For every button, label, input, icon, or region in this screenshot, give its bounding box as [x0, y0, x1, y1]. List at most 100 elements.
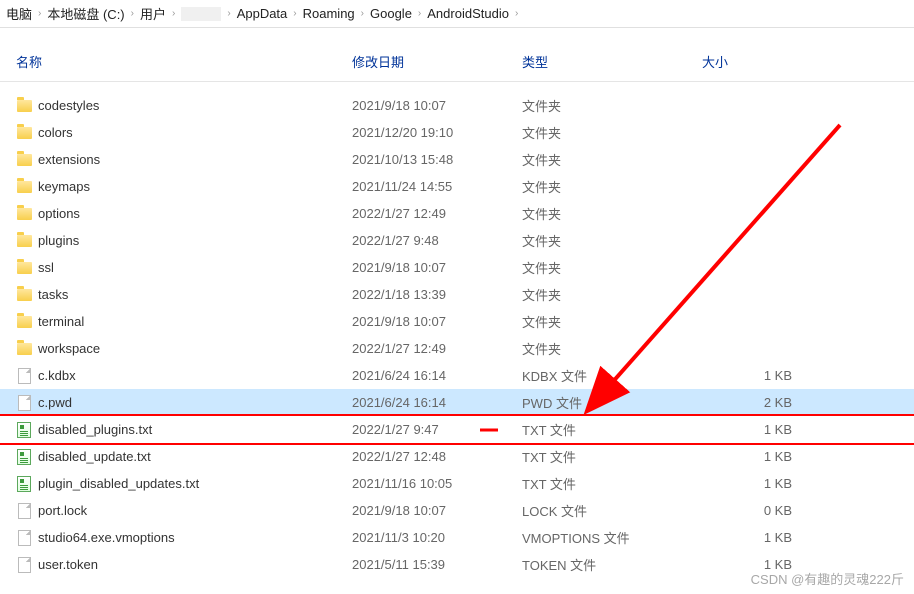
breadcrumb-item[interactable]: AndroidStudio [427, 6, 509, 21]
header-size[interactable]: 大小 [702, 52, 822, 71]
folder-icon [16, 179, 32, 195]
file-date-cell: 2021/9/18 10:07 [352, 260, 522, 275]
chevron-right-icon: › [513, 8, 520, 19]
header-name[interactable]: 名称 [0, 52, 352, 71]
table-row[interactable]: port.lock2021/9/18 10:07LOCK 文件0 KB [0, 497, 914, 524]
table-row[interactable]: workspace2022/1/27 12:49文件夹 [0, 335, 914, 362]
file-date-cell: 2021/5/11 15:39 [352, 557, 522, 572]
text-file-icon [16, 449, 32, 465]
chevron-right-icon: › [36, 8, 43, 19]
folder-icon [16, 314, 32, 330]
file-name-cell: port.lock [0, 503, 352, 519]
file-date-cell: 2022/1/27 9:48 [352, 233, 522, 248]
file-type-cell: LOCK 文件 [522, 501, 702, 520]
file-size-cell: 0 KB [702, 503, 822, 518]
file-date-cell: 2021/6/24 16:14 [352, 368, 522, 383]
file-icon [16, 503, 32, 519]
file-name-cell: workspace [0, 341, 352, 357]
file-name-label: options [38, 206, 80, 221]
file-name-cell: tasks [0, 287, 352, 303]
file-type-cell: 文件夹 [522, 177, 702, 196]
breadcrumb[interactable]: 电脑›本地磁盘 (C:)›用户››AppData›Roaming›Google›… [0, 0, 914, 28]
table-row[interactable]: plugins2022/1/27 9:48文件夹 [0, 227, 914, 254]
file-type-cell: TOKEN 文件 [522, 555, 702, 574]
file-name-cell: c.pwd [0, 395, 352, 411]
folder-icon [16, 125, 32, 141]
table-row[interactable]: extensions2021/10/13 15:48文件夹 [0, 146, 914, 173]
table-row[interactable]: plugin_disabled_updates.txt2021/11/16 10… [0, 470, 914, 497]
file-name-label: ssl [38, 260, 54, 275]
table-row[interactable]: disabled_plugins.txt2022/1/27 9:47TXT 文件… [0, 416, 914, 443]
table-row[interactable]: codestyles2021/9/18 10:07文件夹 [0, 92, 914, 119]
table-row[interactable]: c.pwd2021/6/24 16:14PWD 文件2 KB [0, 389, 914, 416]
table-row[interactable]: c.kdbx2021/6/24 16:14KDBX 文件1 KB [0, 362, 914, 389]
file-type-cell: 文件夹 [522, 312, 702, 331]
file-name-label: port.lock [38, 503, 87, 518]
file-name-cell: codestyles [0, 98, 352, 114]
file-name-label: terminal [38, 314, 84, 329]
table-row[interactable]: user.token2021/5/11 15:39TOKEN 文件1 KB [0, 551, 914, 578]
file-date-cell: 2021/9/18 10:07 [352, 314, 522, 329]
breadcrumb-item[interactable]: 本地磁盘 (C:) [47, 4, 124, 23]
text-file-icon [16, 476, 32, 492]
file-icon [16, 395, 32, 411]
breadcrumb-item[interactable] [181, 6, 221, 22]
file-type-cell: VMOPTIONS 文件 [522, 528, 702, 547]
file-name-cell: studio64.exe.vmoptions [0, 530, 352, 546]
table-row[interactable]: terminal 2021/9/18 10:07文件夹 [0, 308, 914, 335]
file-date-cell: 2021/11/3 10:20 [352, 530, 522, 545]
file-name-label: disabled_plugins.txt [38, 422, 152, 437]
file-size-cell: 2 KB [702, 395, 822, 410]
chevron-right-icon: › [291, 8, 298, 19]
file-name-cell: plugins [0, 233, 352, 249]
file-date-cell: 2022/1/27 12:49 [352, 341, 522, 356]
chevron-right-icon: › [225, 8, 232, 19]
table-row[interactable]: colors2021/12/20 19:10文件夹 [0, 119, 914, 146]
file-type-cell: 文件夹 [522, 123, 702, 142]
file-size-cell: 1 KB [702, 476, 822, 491]
header-date[interactable]: 修改日期 [352, 52, 522, 71]
file-name-label: user.token [38, 557, 98, 572]
chevron-right-icon: › [129, 8, 136, 19]
file-name-cell: keymaps [0, 179, 352, 195]
file-name-cell: ssl [0, 260, 352, 276]
chevron-right-icon: › [170, 8, 177, 19]
redacted-segment [181, 7, 221, 21]
folder-icon [16, 233, 32, 249]
file-name-label: studio64.exe.vmoptions [38, 530, 175, 545]
file-type-cell: PWD 文件 [522, 393, 702, 412]
file-name-cell: disabled_plugins.txt [0, 422, 352, 438]
table-row[interactable]: keymaps2021/11/24 14:55文件夹 [0, 173, 914, 200]
file-name-cell: plugin_disabled_updates.txt [0, 476, 352, 492]
file-date-cell: 2021/11/24 14:55 [352, 179, 522, 194]
file-name-cell: colors [0, 125, 352, 141]
breadcrumb-item[interactable]: 电脑 [6, 4, 32, 23]
breadcrumb-item[interactable]: AppData [237, 6, 288, 21]
chevron-right-icon: › [359, 8, 366, 19]
file-type-cell: 文件夹 [522, 150, 702, 169]
table-row[interactable]: studio64.exe.vmoptions 2021/11/3 10:20VMO… [0, 524, 914, 551]
table-row[interactable]: tasks2022/1/18 13:39文件夹 [0, 281, 914, 308]
file-size-cell: 1 KB [702, 530, 822, 545]
file-date-cell: 2022/1/27 12:48 [352, 449, 522, 464]
file-icon [16, 557, 32, 573]
file-icon [16, 368, 32, 384]
file-type-cell: 文件夹 [522, 339, 702, 358]
file-date-cell: 2022/1/27 12:49 [352, 206, 522, 221]
file-name-cell: user.token [0, 557, 352, 573]
breadcrumb-item[interactable]: Roaming [303, 6, 355, 21]
file-date-cell: 2021/11/16 10:05 [352, 476, 522, 491]
table-row[interactable]: disabled_update.txt2022/1/27 12:48TXT 文件… [0, 443, 914, 470]
folder-icon [16, 341, 32, 357]
file-list: codestyles2021/9/18 10:07文件夹colors2021/1… [0, 82, 914, 578]
breadcrumb-item[interactable]: Google [370, 6, 412, 21]
header-type[interactable]: 类型 [522, 52, 702, 71]
text-file-icon [16, 422, 32, 438]
table-row[interactable]: options2022/1/27 12:49文件夹 [0, 200, 914, 227]
folder-icon [16, 152, 32, 168]
table-row[interactable]: ssl2021/9/18 10:07文件夹 [0, 254, 914, 281]
file-icon [16, 530, 32, 546]
file-name-label: disabled_update.txt [38, 449, 151, 464]
breadcrumb-item[interactable]: 用户 [140, 4, 166, 23]
file-date-cell: 2021/12/20 19:10 [352, 125, 522, 140]
